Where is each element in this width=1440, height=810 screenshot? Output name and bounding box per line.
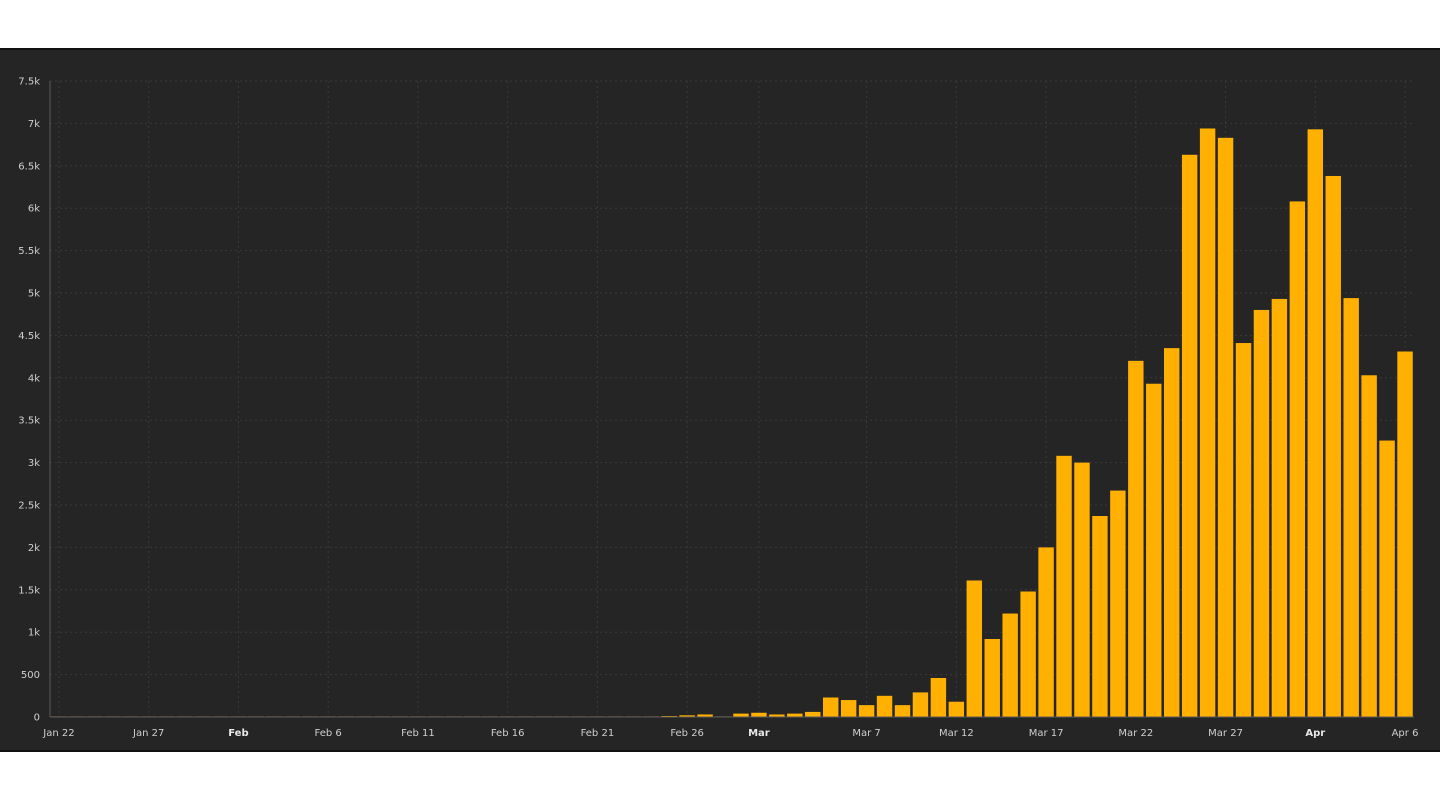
bar — [840, 700, 857, 717]
x-tick-label: Feb 26 — [670, 728, 704, 739]
x-tick-label: Feb 16 — [491, 728, 525, 739]
bar — [1056, 455, 1072, 717]
bar — [805, 711, 821, 717]
bars-layer — [51, 128, 1413, 717]
bar — [894, 705, 911, 717]
daily-bar-chart: 0 500 1k 1.5k 2k 2.5k 3k 3.5k 4k 4.5k 5k 5.5k 6k 6.5k… — [18, 77, 1419, 740]
bar — [1146, 383, 1162, 717]
bar — [1397, 351, 1413, 717]
y-tick-label: 7k — [28, 119, 40, 130]
y-tick-label: 6.5k — [18, 161, 40, 172]
bar — [948, 701, 965, 717]
bar — [1307, 129, 1324, 717]
x-tick-label: Apr — [1305, 728, 1325, 739]
bar — [733, 713, 749, 717]
y-tick-label: 3.5k — [18, 416, 40, 427]
x-tick-label: Feb 6 — [315, 728, 342, 739]
bar — [1361, 375, 1377, 717]
bar — [1217, 137, 1234, 717]
bar — [984, 638, 1000, 717]
bar — [1199, 128, 1216, 717]
y-tick-label: 1k — [28, 628, 40, 639]
bar — [751, 712, 767, 717]
x-tick-label: Feb — [228, 728, 248, 739]
y-tick-label: 1.5k — [18, 585, 40, 596]
bar — [1038, 547, 1054, 717]
x-tick-label: Jan 22 — [42, 728, 74, 739]
chart-panel: 0 500 1k 1.5k 2k 2.5k 3k 3.5k 4k 4.5k 5k 5.5k 6k 6.5k… — [0, 48, 1440, 752]
x-tick-label: Jan 27 — [132, 728, 164, 739]
bar — [1235, 343, 1252, 717]
y-tick-label: 500 — [21, 670, 40, 681]
y-tick-label: 0 — [34, 713, 40, 724]
bar — [822, 697, 839, 717]
x-tick-label: Apr 6 — [1392, 728, 1419, 739]
bar — [1002, 613, 1018, 717]
bar — [858, 705, 875, 717]
bar — [787, 713, 803, 717]
bar — [1271, 298, 1288, 717]
bar — [1110, 490, 1126, 717]
bar — [930, 677, 947, 717]
y-tick-label: 7.5k — [18, 77, 40, 88]
bar — [1379, 440, 1395, 717]
bar — [1181, 154, 1198, 717]
bar — [1163, 348, 1180, 717]
x-tick-label: Mar 17 — [1029, 728, 1064, 739]
x-tick-label: Feb 11 — [401, 728, 435, 739]
y-tick-label: 4k — [28, 373, 40, 384]
bar — [912, 692, 929, 717]
y-tick-label: 4.5k — [18, 331, 40, 342]
x-tick-label: Mar 27 — [1208, 728, 1243, 739]
x-tick-label: Mar 7 — [852, 728, 880, 739]
y-tick-label: 2k — [28, 543, 40, 554]
y-tick-label: 5.5k — [18, 246, 40, 257]
x-tick-label: Mar 12 — [939, 728, 974, 739]
bar — [1253, 309, 1270, 717]
bar — [876, 695, 893, 717]
bar — [966, 580, 983, 717]
y-tick-label: 3k — [28, 458, 40, 469]
x-tick-label: Feb 21 — [581, 728, 615, 739]
bar — [1128, 360, 1144, 717]
bar — [1020, 591, 1036, 717]
bar — [1325, 175, 1341, 717]
bar — [1289, 201, 1306, 717]
y-tick-label: 2.5k — [18, 501, 40, 512]
x-tick-label: Mar 22 — [1118, 728, 1153, 739]
x-tick-label: Mar — [748, 728, 770, 739]
y-tick-label: 5k — [28, 289, 40, 300]
y-tick-label: 6k — [28, 204, 40, 215]
bar — [1092, 516, 1108, 717]
bar — [1074, 462, 1090, 717]
bar — [1343, 298, 1359, 717]
